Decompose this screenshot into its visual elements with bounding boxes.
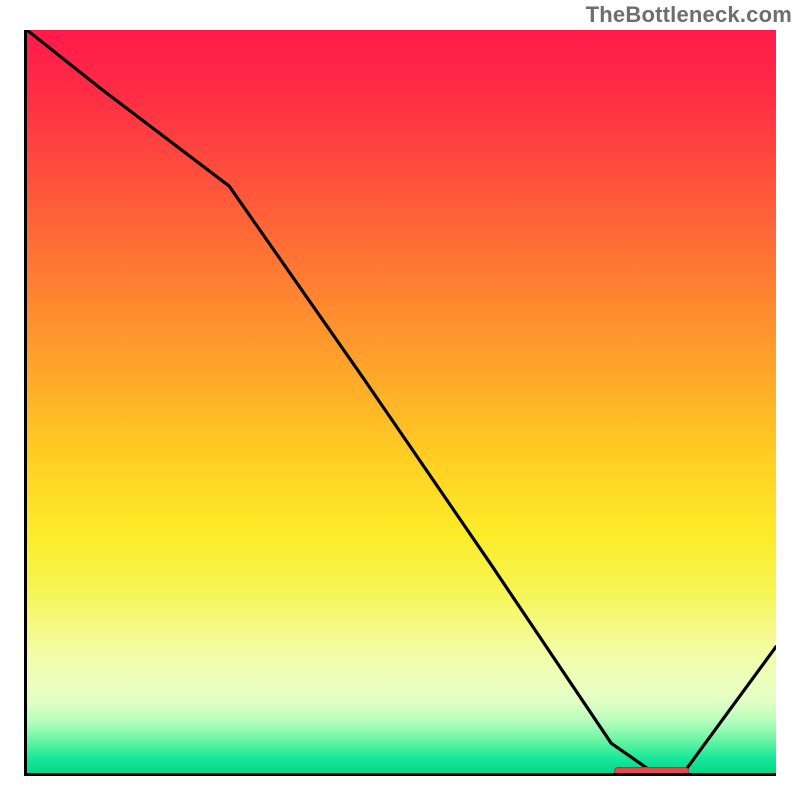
line-curve [27, 30, 776, 773]
chart-frame: TheBottleneck.com [0, 0, 800, 800]
plot-area [24, 30, 776, 776]
watermark-text: TheBottleneck.com [586, 2, 792, 28]
optimal-range-marker [614, 767, 689, 776]
